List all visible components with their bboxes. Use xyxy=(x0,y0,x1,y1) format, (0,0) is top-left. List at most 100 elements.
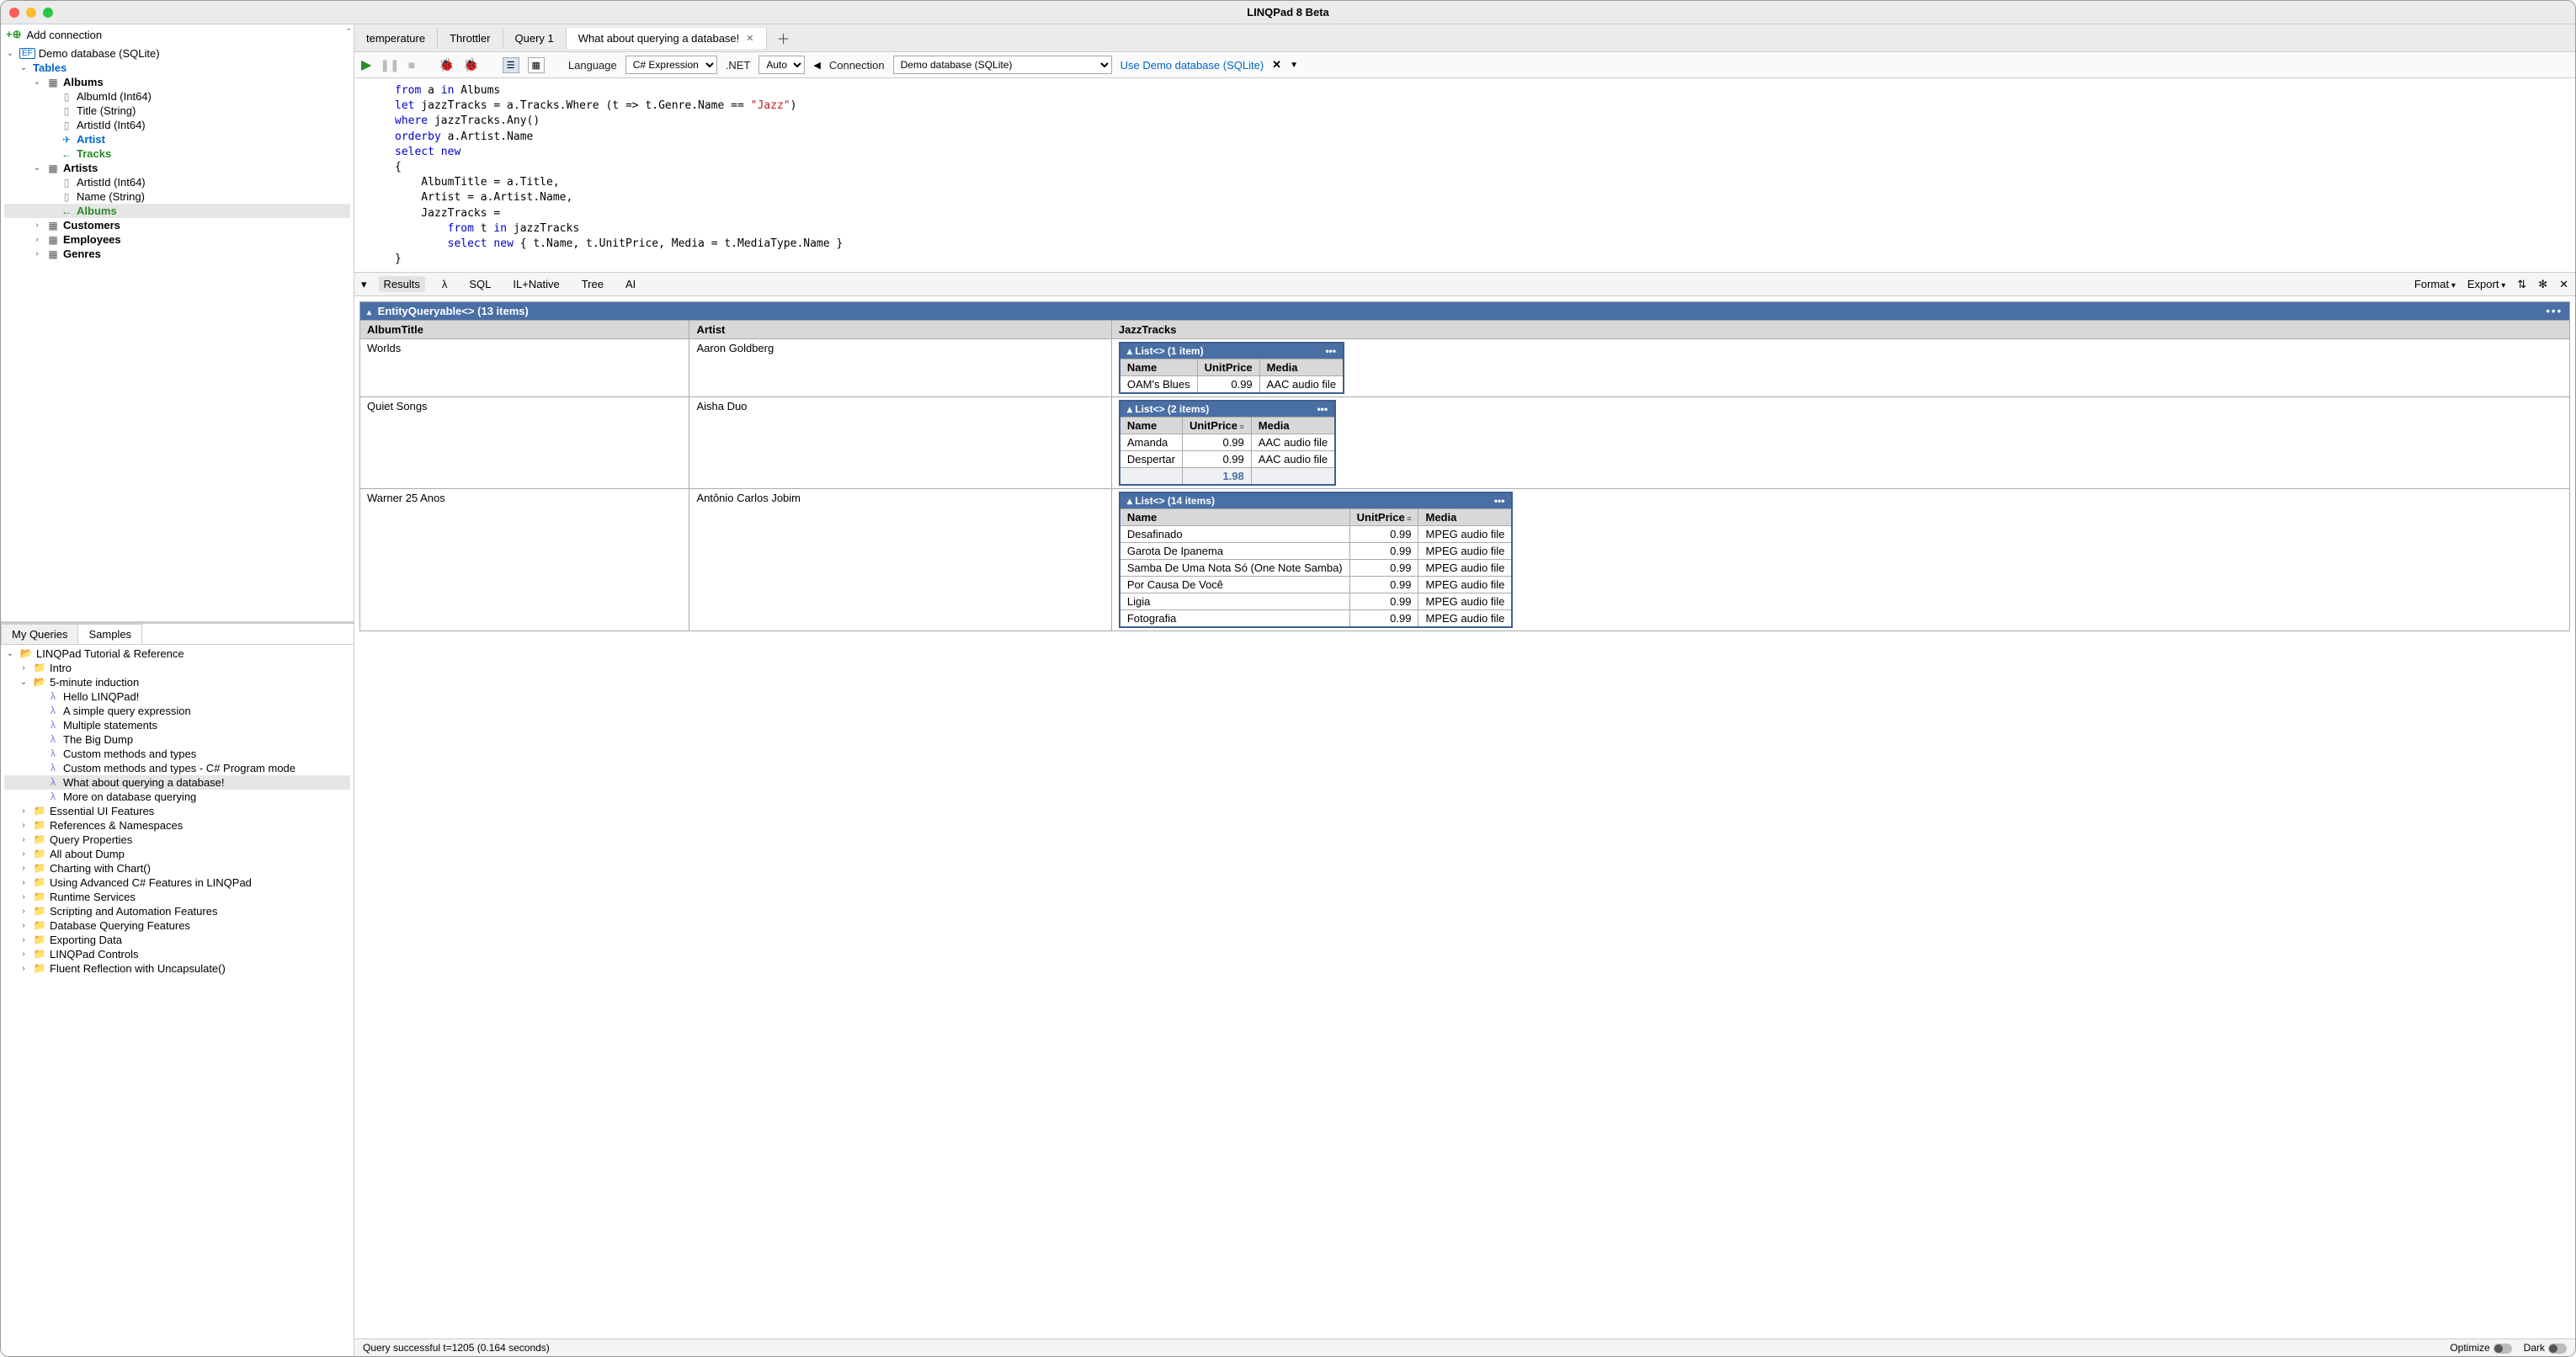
nested-column-header[interactable]: Name xyxy=(1120,418,1183,434)
samples-folder[interactable]: ›📁Scripting and Automation Features xyxy=(4,904,350,918)
samples-folder[interactable]: ›📁Essential UI Features xyxy=(4,804,350,818)
layout-horizontal-button[interactable]: ☰ xyxy=(503,57,519,73)
nested-column-header[interactable]: UnitPrice ≡ xyxy=(1349,509,1418,526)
clear-connection-icon[interactable]: ✕ xyxy=(1272,58,1281,72)
connection-menu-icon[interactable]: ▼ xyxy=(1290,61,1298,70)
use-demo-link[interactable]: Use Demo database (SQLite) xyxy=(1120,59,1264,72)
connection-prev-icon[interactable]: ◀ xyxy=(813,60,820,71)
nav-node-tracks[interactable]: ← Tracks xyxy=(4,146,350,161)
nested-column-header[interactable]: UnitPrice xyxy=(1197,359,1259,376)
more-icon[interactable]: ••• xyxy=(1494,495,1505,507)
samples-folder[interactable]: ›📁Fluent Reflection with Uncapsulate() xyxy=(4,961,350,976)
sample-item[interactable]: λA simple query expression xyxy=(4,704,350,718)
more-icon[interactable]: ••• xyxy=(1325,345,1336,357)
refresh-icon[interactable]: ✻ xyxy=(2538,278,2547,291)
samples-folder[interactable]: ›📁All about Dump xyxy=(4,847,350,861)
expander-icon[interactable]: › xyxy=(18,964,29,973)
connection-select[interactable]: Demo database (SQLite) xyxy=(893,56,1112,74)
run-button[interactable]: ▶ xyxy=(361,56,371,73)
results-collapse-icon[interactable]: ▾ xyxy=(361,278,367,291)
expander-icon[interactable]: › xyxy=(18,864,29,873)
pause-button[interactable]: ❚❚ xyxy=(380,58,399,72)
code-editor[interactable]: from a in Albums let jazzTracks = a.Trac… xyxy=(354,78,2575,272)
expander-icon[interactable]: › xyxy=(31,249,43,258)
column-node[interactable]: ▯ ArtistId (Int64) xyxy=(4,118,350,132)
sample-item[interactable]: λCustom methods and types - C# Program m… xyxy=(4,761,350,775)
samples-folder[interactable]: › 📁 Intro xyxy=(4,661,350,675)
stop-button[interactable]: ■ xyxy=(408,58,415,72)
nested-header[interactable]: ▴ List<> (2 items)••• xyxy=(1120,401,1335,418)
query-tab[interactable]: Throttler xyxy=(438,28,503,49)
close-tab-icon[interactable]: ✕ xyxy=(746,33,753,44)
expander-icon[interactable]: ⌄ xyxy=(18,63,29,72)
column-node[interactable]: ▯ ArtistId (Int64) xyxy=(4,175,350,189)
expander-icon[interactable]: ⌄ xyxy=(31,163,43,173)
table-node[interactable]: › ▦ Genres xyxy=(4,247,350,261)
close-results-icon[interactable]: ✕ xyxy=(2559,278,2568,291)
samples-folder[interactable]: ›📁Query Properties xyxy=(4,833,350,847)
sample-item[interactable]: λCustom methods and types xyxy=(4,747,350,761)
more-icon[interactable]: ••• xyxy=(2546,305,2563,317)
debug-button[interactable]: 🐞 xyxy=(439,57,455,72)
result-header[interactable]: ▴ EntityQueryable<> (13 items) ••• xyxy=(360,302,2570,321)
export-menu[interactable]: Export xyxy=(2467,278,2505,290)
dark-toggle[interactable]: Dark xyxy=(2524,1342,2567,1354)
samples-root[interactable]: ⌄ 📂 LINQPad Tutorial & Reference xyxy=(4,647,350,661)
sample-item[interactable]: λMultiple statements xyxy=(4,718,350,732)
nested-column-header[interactable]: Media xyxy=(1251,418,1335,434)
results-tab-lambda[interactable]: λ xyxy=(437,276,453,292)
samples-folder[interactable]: ›📁Runtime Services xyxy=(4,890,350,904)
more-icon[interactable]: ••• xyxy=(1317,403,1328,415)
nav-node-artist[interactable]: ✈ Artist xyxy=(4,132,350,146)
expander-icon[interactable]: › xyxy=(31,235,43,244)
sample-item[interactable]: λThe Big Dump xyxy=(4,732,350,747)
nested-column-header[interactable]: Media xyxy=(1259,359,1344,376)
optimize-toggle[interactable]: Optimize xyxy=(2450,1342,2511,1354)
add-connection-link[interactable]: +⊕ Add connection xyxy=(1,24,354,45)
samples-folder[interactable]: ›📁LINQPad Controls xyxy=(4,947,350,961)
expander-icon[interactable]: › xyxy=(18,806,29,816)
expander-icon[interactable]: › xyxy=(18,935,29,945)
table-node-artists[interactable]: ⌄ ▦ Artists xyxy=(4,161,350,175)
table-node-albums[interactable]: ⌄ ▦ Albums xyxy=(4,75,350,89)
nested-column-header[interactable]: Media xyxy=(1418,509,1512,526)
expander-icon[interactable]: ⌄ xyxy=(4,49,16,58)
window-close-button[interactable] xyxy=(9,8,19,18)
expand-updown-icon[interactable]: ⇅ xyxy=(2517,278,2526,291)
expander-icon[interactable]: › xyxy=(31,221,43,230)
window-zoom-button[interactable] xyxy=(43,8,53,18)
expander-icon[interactable]: › xyxy=(18,921,29,930)
tab-samples[interactable]: Samples xyxy=(77,624,142,644)
nested-column-header[interactable]: Name xyxy=(1120,359,1197,376)
results-tab-il[interactable]: IL+Native xyxy=(508,276,564,292)
results-tab-tree[interactable]: Tree xyxy=(577,276,609,292)
expander-icon[interactable]: ⌄ xyxy=(18,678,29,687)
results-tab-sql[interactable]: SQL xyxy=(464,276,496,292)
samples-folder[interactable]: ›📁Using Advanced C# Features in LINQPad xyxy=(4,875,350,890)
nested-column-header[interactable]: UnitPrice ≡ xyxy=(1182,418,1251,434)
nested-column-header[interactable]: Name xyxy=(1120,509,1349,526)
window-minimize-button[interactable] xyxy=(26,8,36,18)
tab-my-queries[interactable]: My Queries xyxy=(1,624,78,644)
expander-icon[interactable]: › xyxy=(18,878,29,887)
samples-folder[interactable]: ›📁Charting with Chart() xyxy=(4,861,350,875)
expander-icon[interactable]: › xyxy=(18,821,29,830)
column-node[interactable]: ▯ Name (String) xyxy=(4,189,350,204)
new-tab-button[interactable]: ＋ xyxy=(767,24,801,51)
results-tab-results[interactable]: Results xyxy=(379,276,425,292)
table-node[interactable]: › ▦ Customers xyxy=(4,218,350,232)
nav-node-albums[interactable]: ← Albums xyxy=(4,204,350,218)
column-header[interactable]: JazzTracks xyxy=(1111,321,2569,339)
language-select[interactable]: C# Expression xyxy=(625,56,717,74)
expander-icon[interactable]: › xyxy=(18,907,29,916)
connection-node[interactable]: ⌄ EF Demo database (SQLite) xyxy=(4,46,350,61)
query-tab[interactable]: temperature xyxy=(354,28,438,49)
samples-folder[interactable]: ›📁References & Namespaces xyxy=(4,818,350,833)
results-tab-ai[interactable]: AI xyxy=(620,276,641,292)
query-tab-active[interactable]: What about querying a database! ✕ xyxy=(567,28,767,49)
table-node[interactable]: › ▦ Employees xyxy=(4,232,350,247)
query-tab[interactable]: Query 1 xyxy=(503,28,567,49)
format-menu[interactable]: Format xyxy=(2414,278,2456,290)
expander-icon[interactable]: › xyxy=(18,950,29,959)
column-node[interactable]: ▯ Title (String) xyxy=(4,104,350,118)
